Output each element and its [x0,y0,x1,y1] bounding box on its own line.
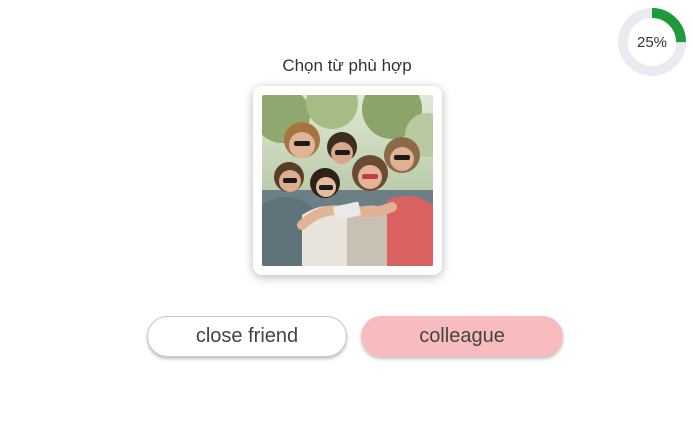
question-photo [262,95,433,266]
answer-option-colleague[interactable]: colleague [361,316,563,357]
image-card [253,86,442,275]
answer-option-close-friend[interactable]: close friend [147,316,347,357]
answer-option-label: close friend [195,325,299,347]
group-selfie-image [262,95,433,266]
answer-option-label: colleague [419,325,505,347]
quiz-screen: 25% Chọn từ phù hợp close friend colleag… [0,0,692,435]
question-prompt: Chọn từ phù hợp [282,56,412,75]
